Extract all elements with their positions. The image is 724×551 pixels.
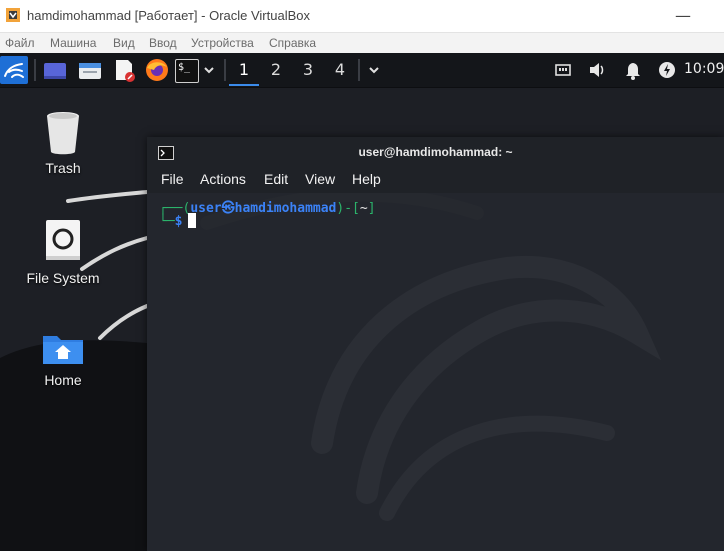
menu-file[interactable]: Файл: [5, 36, 35, 50]
desktop-icon-label: Home: [44, 372, 82, 388]
desktop-icon-label: Trash: [45, 160, 81, 176]
prompt-path: ~: [359, 201, 368, 216]
prompt-corner-bottom: └─: [159, 214, 175, 229]
terminal-output[interactable]: ┌──(user㉿hamdimohammad)-[~] └─$: [147, 193, 724, 551]
text-editor-icon[interactable]: [111, 57, 137, 83]
prompt-at-symbol: ㉿: [221, 201, 235, 216]
panel-separator: [224, 59, 226, 81]
guest-screen: $_ 1 2 3 4 10:09 Trash File System Home …: [0, 53, 724, 551]
menu-devices[interactable]: Устройства: [191, 36, 254, 50]
virtualbox-menubar: Файл Машина Вид Ввод Устройства Справка: [0, 33, 724, 53]
kali-menu-icon[interactable]: [0, 56, 28, 84]
desktop-icon[interactable]: [42, 57, 68, 83]
prompt-separator: )-[: [336, 201, 360, 216]
menu-machine[interactable]: Машина: [50, 36, 96, 50]
kali-dragon-watermark: [200, 193, 662, 521]
panel-separator: [34, 59, 36, 81]
terminal-window[interactable]: user@hamdimohammad: ~ File Actions Edit …: [147, 137, 724, 551]
menu-view[interactable]: Вид: [113, 36, 135, 50]
workspace-3[interactable]: 3: [293, 56, 323, 84]
workspace-4[interactable]: 4: [325, 56, 355, 84]
terminal-prompt-glyph: $_: [178, 62, 191, 73]
terminal-menu-view[interactable]: View: [305, 171, 335, 187]
drive-icon: [46, 220, 80, 260]
terminal-title: user@hamdimohammad: ~: [358, 145, 513, 159]
workspace-1[interactable]: 1: [229, 56, 259, 86]
notification-bell-icon[interactable]: [622, 57, 644, 83]
chevron-down-icon[interactable]: [366, 57, 382, 83]
prompt-line-bottom: └─$: [159, 213, 197, 229]
desktop-icon-label: File System: [26, 270, 100, 286]
terminal-menu-file[interactable]: File: [161, 171, 184, 187]
window-title: hamdimohammad [Работает] - Oracle Virtua…: [27, 8, 310, 23]
text-cursor[interactable]: [188, 213, 197, 228]
menu-input[interactable]: Ввод: [149, 36, 177, 50]
prompt-symbol: $: [174, 214, 183, 229]
terminal-icon[interactable]: $_: [175, 59, 199, 83]
firefox-icon[interactable]: [144, 57, 170, 83]
minimize-button[interactable]: —: [672, 6, 694, 26]
trash-icon: [47, 112, 79, 155]
virtualbox-app-icon: [6, 8, 20, 22]
terminal-menu-actions[interactable]: Actions: [200, 171, 246, 187]
menu-help[interactable]: Справка: [269, 36, 316, 50]
terminal-titlebar[interactable]: user@hamdimohammad: ~: [147, 137, 724, 167]
desktop-icon-trash[interactable]: Trash: [13, 108, 113, 176]
desktop-icon-file-system[interactable]: File System: [13, 218, 113, 286]
workspace-2[interactable]: 2: [261, 56, 291, 84]
prompt-host: hamdimohammad: [234, 201, 337, 216]
file-manager-icon[interactable]: [77, 57, 103, 83]
terminal-menu-edit[interactable]: Edit: [264, 171, 288, 187]
panel-separator: [358, 59, 360, 81]
volume-icon[interactable]: [586, 57, 608, 83]
chevron-down-icon[interactable]: [201, 57, 217, 83]
prompt-bracket-close: ]: [367, 201, 376, 216]
top-panel: $_ 1 2 3 4 10:09: [0, 53, 724, 88]
desktop-icon-home[interactable]: Home: [13, 328, 113, 388]
terminal-menu-help[interactable]: Help: [352, 171, 381, 187]
network-icon[interactable]: [552, 57, 574, 83]
home-folder-icon: [43, 336, 83, 364]
terminal-menubar: File Actions Edit View Help: [147, 167, 724, 193]
power-icon[interactable]: [656, 57, 678, 83]
virtualbox-titlebar: hamdimohammad [Работает] - Oracle Virtua…: [0, 0, 724, 33]
clock[interactable]: 10:09: [684, 61, 724, 77]
